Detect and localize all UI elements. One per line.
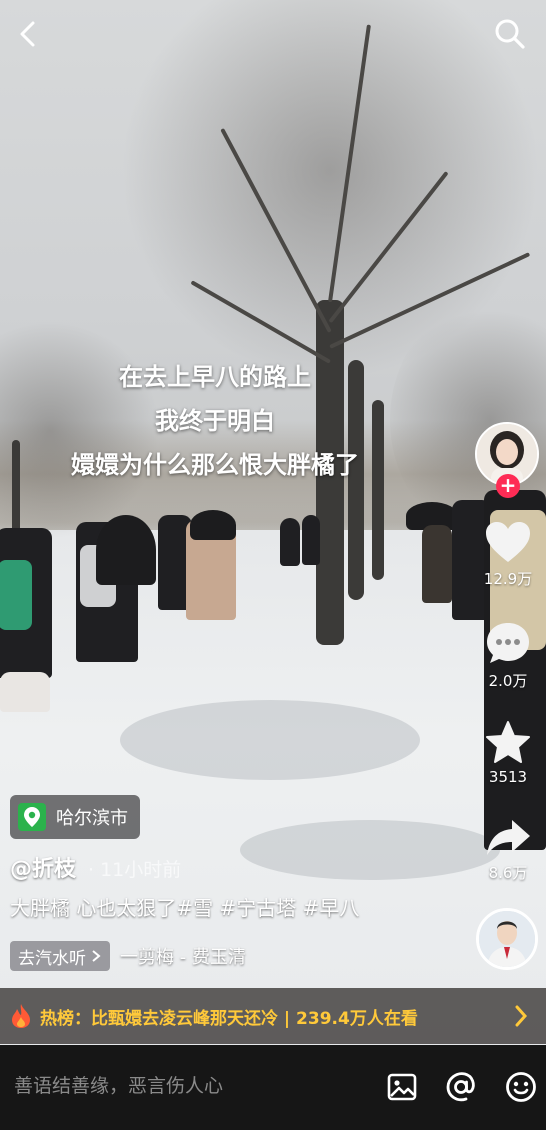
- post-description[interactable]: 大胖橘 心也太狠了#雪 #宁古塔 #早八: [10, 892, 359, 921]
- follow-button[interactable]: +: [496, 474, 520, 498]
- author-name[interactable]: @折枝: [10, 851, 76, 883]
- back-button[interactable]: [8, 14, 48, 54]
- music-cover-image: [479, 911, 535, 967]
- caption-line-1: 在去上早八的路上: [119, 363, 311, 391]
- comment-bar: 善语结善缘，恶言伤人心: [0, 1045, 546, 1130]
- walker: [302, 515, 320, 565]
- walker-legs: [0, 672, 50, 712]
- snow-track: [240, 820, 500, 880]
- favorite-count: 3513: [488, 768, 528, 786]
- like-count: 12.9万: [483, 570, 533, 588]
- comment-button[interactable]: 2.0万: [478, 620, 538, 691]
- image-button[interactable]: [384, 1069, 420, 1105]
- hot-list-banner[interactable]: 热榜：比甄嬛去凌云峰那天还冷 | 239.4万人在看: [0, 988, 546, 1044]
- comment-count: 2.0万: [488, 672, 528, 690]
- video-frame[interactable]: [0, 0, 546, 1045]
- open-qishui-chip[interactable]: 去汽水听: [10, 941, 110, 971]
- backpack: [0, 560, 32, 630]
- star-icon: [486, 721, 530, 763]
- emoji-icon: [506, 1072, 536, 1102]
- location-tag[interactable]: 哈尔滨市: [10, 795, 140, 839]
- chevron-right-icon: [515, 1005, 528, 1027]
- share-arrow-icon: [487, 820, 530, 855]
- chevron-right-icon: [92, 950, 101, 962]
- hot-list-text: 热榜：比甄嬛去凌云峰那天还冷 | 239.4万人在看: [40, 1008, 418, 1029]
- share-count: 8.6万: [488, 864, 528, 882]
- location-pin-icon: [18, 803, 46, 831]
- search-icon: [495, 19, 525, 49]
- share-button[interactable]: 8.6万: [478, 818, 538, 883]
- caption-line-2: 我终于明白: [155, 407, 275, 435]
- favorite-button[interactable]: 3513: [478, 720, 538, 786]
- umbrella: [96, 515, 156, 585]
- comment-input[interactable]: 善语结善缘，恶言伤人心: [14, 1071, 223, 1098]
- music-row: 去汽水听 一剪梅 - 费玉清: [10, 941, 246, 971]
- like-button[interactable]: 12.9万: [478, 520, 538, 589]
- mention-button[interactable]: [443, 1069, 479, 1105]
- author-row: @折枝 · 11小时前: [10, 851, 181, 883]
- post-time: · 11小时前: [88, 859, 182, 881]
- back-arrow-icon: [20, 21, 35, 47]
- snow-track: [120, 700, 420, 780]
- walker: [280, 518, 300, 566]
- emoji-button[interactable]: [503, 1069, 539, 1105]
- umbrella: [190, 510, 236, 540]
- flame-icon: [12, 1004, 30, 1028]
- music-disc[interactable]: [476, 908, 538, 970]
- search-button[interactable]: [490, 14, 530, 54]
- heart-icon: [486, 522, 530, 562]
- open-qishui-label: 去汽水听: [18, 948, 86, 969]
- walker: [422, 525, 452, 603]
- image-icon: [387, 1073, 417, 1101]
- caption-line-3: 嬛嬛为什么那么恨大胖橘了: [71, 451, 359, 479]
- music-title[interactable]: 一剪梅 - 费玉清: [120, 943, 246, 969]
- at-icon: [446, 1072, 475, 1102]
- location-label: 哈尔滨市: [56, 808, 128, 829]
- comment-bubble-icon: [487, 623, 529, 663]
